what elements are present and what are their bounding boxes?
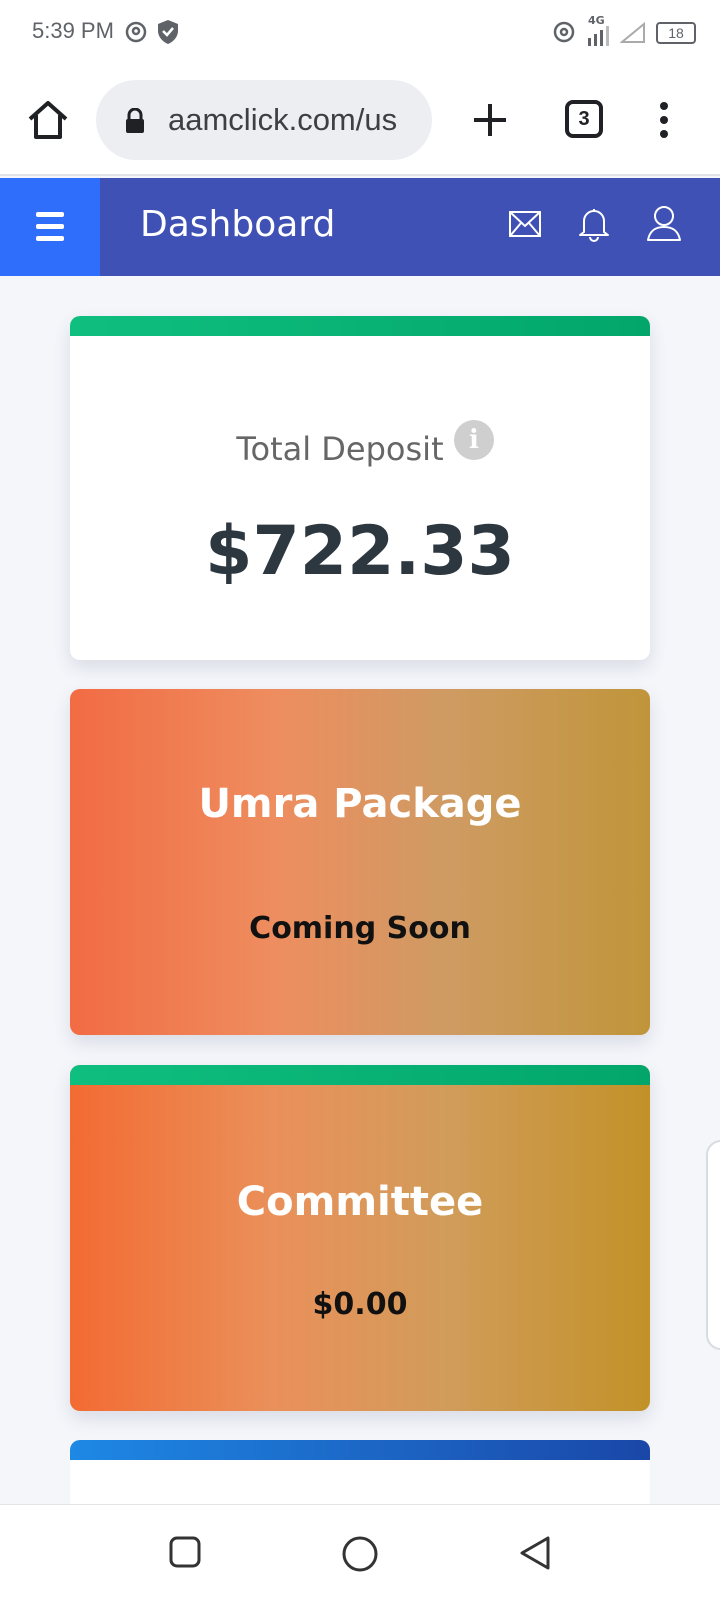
status-bar: 5:39 PM 4G 18 bbox=[0, 0, 720, 64]
recent-apps-icon[interactable] bbox=[168, 1535, 202, 1569]
tab-count: 3 bbox=[578, 108, 590, 130]
bell-icon[interactable] bbox=[578, 206, 610, 242]
mail-icon[interactable] bbox=[508, 210, 542, 238]
browser-toolbar: aamclick.com/us 3 bbox=[0, 64, 720, 176]
deposit-label: Total Deposit bbox=[236, 430, 444, 468]
url-text: aamclick.com/us bbox=[168, 102, 398, 137]
new-tab-icon[interactable] bbox=[470, 100, 510, 140]
committee-card[interactable]: Committee $0.00 bbox=[70, 1065, 650, 1411]
committee-value: $0.00 bbox=[312, 1287, 408, 1322]
app-header: Dashboard bbox=[0, 178, 720, 276]
battery-level: 18 bbox=[668, 25, 684, 41]
address-bar[interactable]: aamclick.com/us bbox=[96, 80, 432, 160]
menu-line bbox=[36, 236, 64, 241]
hotspot-icon bbox=[125, 21, 147, 43]
hotspot-icon-right bbox=[553, 21, 575, 43]
user-icon[interactable] bbox=[646, 204, 682, 242]
menu-line bbox=[36, 212, 64, 217]
umra-title: Umra Package bbox=[198, 781, 522, 827]
more-vert-icon[interactable] bbox=[652, 100, 676, 140]
menu-icon[interactable] bbox=[0, 178, 100, 276]
battery-icon: 18 bbox=[656, 22, 696, 44]
page-title: Dashboard bbox=[140, 204, 336, 245]
info-icon[interactable]: i bbox=[454, 420, 494, 460]
shield-icon bbox=[158, 20, 178, 44]
menu-line bbox=[36, 224, 64, 229]
system-nav-bar bbox=[0, 1504, 720, 1600]
back-icon[interactable] bbox=[518, 1535, 552, 1571]
total-deposit-card: Total Deposit i $722.33 bbox=[70, 316, 650, 660]
tabs-icon[interactable]: 3 bbox=[565, 100, 603, 138]
deposit-value: $722.33 bbox=[205, 512, 515, 591]
signal-empty-icon bbox=[620, 22, 645, 43]
signal-icon bbox=[588, 26, 609, 46]
card-accent-strip bbox=[70, 316, 650, 336]
status-time: 5:39 PM bbox=[32, 18, 114, 43]
side-drawer-handle[interactable] bbox=[706, 1140, 720, 1350]
home-circle-icon[interactable] bbox=[341, 1535, 379, 1573]
home-icon[interactable] bbox=[26, 98, 70, 142]
card-accent-strip bbox=[70, 1440, 650, 1460]
lock-icon bbox=[126, 108, 144, 133]
committee-title: Committee bbox=[236, 1179, 484, 1225]
umra-package-card[interactable]: Umra Package Coming Soon bbox=[70, 689, 650, 1035]
umra-status: Coming Soon bbox=[249, 911, 471, 946]
card-accent-strip bbox=[70, 1065, 650, 1085]
